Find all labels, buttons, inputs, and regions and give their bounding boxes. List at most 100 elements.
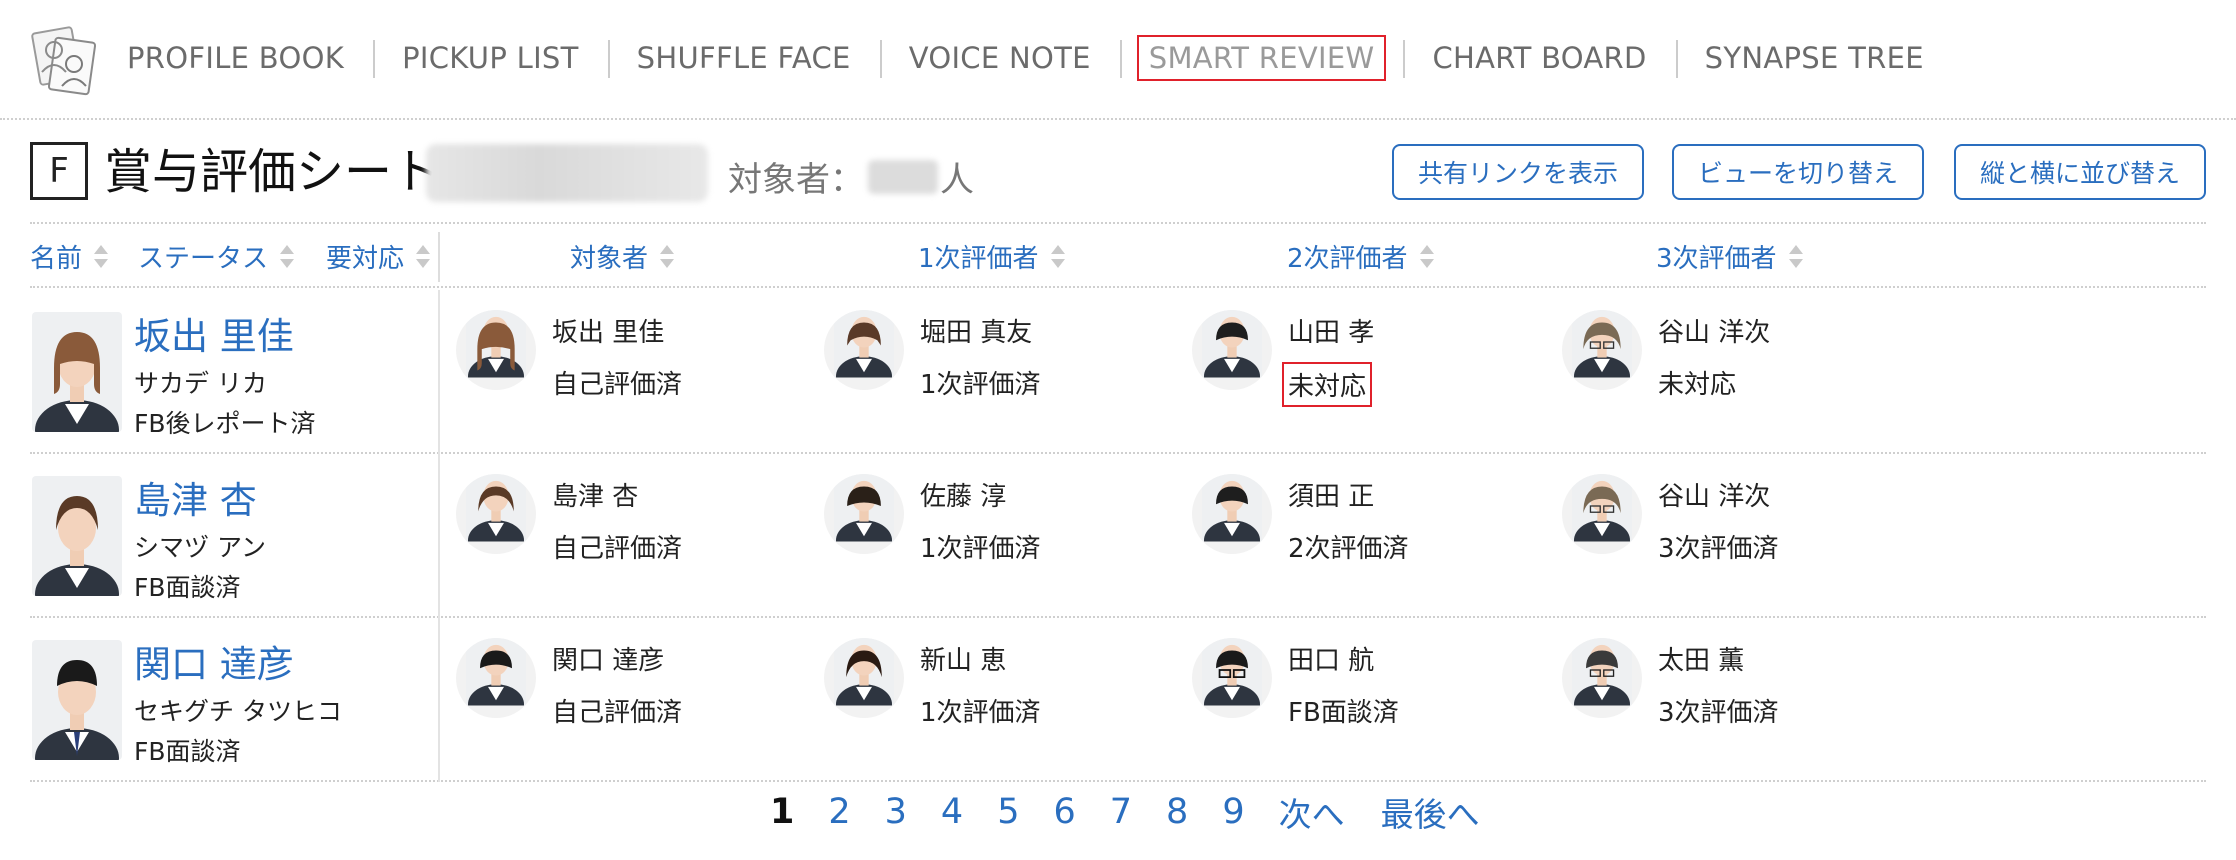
col-header-action[interactable]: 要対応 — [326, 238, 431, 275]
sheet-header: F 賞与評価シート 対象者： 人 共有リンクを表示 ビューを切り替え 縦と横に並… — [30, 140, 2206, 224]
subject-cell: 島津 杏 自己評価済 — [456, 454, 816, 618]
subject-cell: 坂出 里佳 自己評価済 — [456, 290, 816, 454]
nav-synapse-tree[interactable]: SYNAPSE TREE — [1675, 32, 1953, 84]
avatar — [824, 310, 904, 390]
reviewer-3-status: 未対応 — [1658, 370, 1737, 400]
subject-status: 自己評価済 — [552, 698, 683, 728]
employee-photo — [32, 476, 122, 596]
col-header-subject-label: 対象者 — [570, 244, 649, 274]
reviewer-3-cell: 谷山 洋次 3次評価済 — [1562, 454, 1922, 618]
sort-icon[interactable] — [94, 243, 109, 271]
reviewer-3-name: 谷山 洋次 — [1658, 482, 1771, 512]
sort-icon[interactable] — [1788, 243, 1803, 271]
nav-smart-review[interactable]: SMART REVIEW — [1119, 32, 1404, 84]
next-page-link[interactable]: 次へ — [1279, 788, 1345, 836]
table-row[interactable]: 関口 達彦 セキグチ タツヒコ FB面談済 関口 達彦 自己評価済 新山 恵 1… — [30, 618, 2206, 782]
last-page-link[interactable]: 最後へ — [1381, 788, 1480, 836]
page-title: 賞与評価シート — [104, 144, 441, 200]
nav-pickup-list[interactable]: PICKUP LIST — [373, 32, 608, 84]
sort-icon[interactable] — [660, 243, 675, 271]
reviewer-3-name: 谷山 洋次 — [1658, 318, 1771, 348]
col-header-reviewer-3-label: 3次評価者 — [1656, 244, 1777, 274]
col-header-reviewer-2-label: 2次評価者 — [1287, 244, 1408, 274]
employee-kana: セキグチ タツヒコ — [134, 697, 342, 726]
avatar — [456, 310, 536, 390]
col-header-reviewer-1[interactable]: 1次評価者 — [918, 238, 1065, 275]
target-count-unit: 人 — [940, 160, 974, 200]
sort-rows-columns-button[interactable]: 縦と横に並び替え — [1954, 144, 2206, 200]
page-6-link[interactable]: 6 — [1053, 792, 1075, 832]
reviewer-1-status: 1次評価済 — [920, 534, 1041, 564]
row-divider — [438, 290, 440, 454]
avatar — [824, 638, 904, 718]
reviewer-1-name: 新山 恵 — [920, 646, 1007, 676]
reviewer-2-status: 2次評価済 — [1288, 534, 1409, 564]
switch-view-button[interactable]: ビューを切り替え — [1672, 144, 1924, 200]
reviewer-2-status: FB面談済 — [1288, 698, 1399, 728]
sheet-badge: F — [30, 142, 88, 200]
nav-chart-board[interactable]: CHART BOARD — [1403, 32, 1675, 84]
page-1-current: 1 — [770, 792, 795, 832]
employee-status: FB面談済 — [134, 737, 241, 766]
page-3-link[interactable]: 3 — [885, 792, 907, 832]
table-row[interactable]: 坂出 里佳 サカデ リカ FB後レポート済 坂出 里佳 自己評価済 堀田 真友 … — [30, 290, 2206, 454]
reviewer-2-name: 田口 航 — [1288, 646, 1375, 676]
table-header: 名前 ステータス 要対応 対象者 1次評価者 2次評価者 3次評価者 — [30, 228, 2206, 288]
col-header-status[interactable]: ステータス — [138, 238, 295, 275]
employee-kana: サカデ リカ — [134, 369, 267, 398]
avatar — [456, 638, 536, 718]
sort-icon[interactable] — [280, 243, 295, 271]
avatar — [456, 474, 536, 554]
subject-name: 島津 杏 — [552, 482, 639, 512]
reviewer-2-cell: 田口 航 FB面談済 — [1192, 618, 1552, 782]
reviewer-1-status: 1次評価済 — [920, 370, 1041, 400]
employee-name-link[interactable]: 島津 杏 — [134, 470, 257, 524]
avatar — [1192, 310, 1272, 390]
avatar — [1192, 638, 1272, 718]
reviewer-2-cell: 須田 正 2次評価済 — [1192, 454, 1552, 618]
pagination: 1 2 3 4 5 6 7 8 9 次へ 最後へ — [770, 790, 1516, 834]
page-5-link[interactable]: 5 — [997, 792, 1019, 832]
page-7-link[interactable]: 7 — [1110, 792, 1132, 832]
employee-name-link[interactable]: 関口 達彦 — [134, 634, 294, 688]
employee-name-link[interactable]: 坂出 里佳 — [134, 306, 294, 360]
redacted-target-count — [868, 160, 938, 194]
col-header-reviewer-3[interactable]: 3次評価者 — [1656, 238, 1803, 275]
sort-icon[interactable] — [1419, 243, 1434, 271]
avatar — [824, 474, 904, 554]
col-header-name-label: 名前 — [30, 244, 83, 274]
reviewer-1-status: 1次評価済 — [920, 698, 1041, 728]
employee-status: FB面談済 — [134, 573, 241, 602]
reviewer-2-cell: 山田 孝 未対応 — [1192, 290, 1552, 454]
nav-profile-book[interactable]: PROFILE BOOK — [98, 32, 373, 84]
reviewer-3-name: 太田 薫 — [1658, 646, 1745, 676]
page-4-link[interactable]: 4 — [941, 792, 963, 832]
col-header-subject[interactable]: 対象者 — [570, 238, 675, 275]
nav-shuffle-face[interactable]: SHUFFLE FACE — [607, 32, 880, 84]
reviewer-1-name: 堀田 真友 — [920, 318, 1033, 348]
table-row[interactable]: 島津 杏 シマヅ アン FB面談済 島津 杏 自己評価済 佐藤 淳 1次評価済 … — [30, 454, 2206, 618]
page-9-link[interactable]: 9 — [1222, 792, 1244, 832]
sort-icon[interactable] — [1050, 243, 1065, 271]
col-header-reviewer-1-label: 1次評価者 — [918, 244, 1039, 274]
col-header-reviewer-2[interactable]: 2次評価者 — [1287, 238, 1434, 275]
page-2-link[interactable]: 2 — [828, 792, 850, 832]
row-divider — [438, 454, 440, 618]
reviewer-3-status: 3次評価済 — [1658, 698, 1779, 728]
avatar — [1192, 474, 1272, 554]
share-link-button[interactable]: 共有リンクを表示 — [1392, 144, 1644, 200]
col-header-name[interactable]: 名前 — [30, 238, 109, 275]
nav-voice-note[interactable]: VOICE NOTE — [879, 32, 1120, 84]
sort-icon[interactable] — [416, 243, 431, 271]
subject-cell: 関口 達彦 自己評価済 — [456, 618, 816, 782]
reviewer-1-name: 佐藤 淳 — [920, 482, 1007, 512]
employee-status: FB後レポート済 — [134, 409, 316, 438]
col-header-status-label: ステータス — [138, 244, 269, 274]
reviewer-1-cell: 佐藤 淳 1次評価済 — [824, 454, 1184, 618]
page-8-link[interactable]: 8 — [1166, 792, 1188, 832]
app-logo-icon[interactable] — [30, 20, 98, 96]
subject-status: 自己評価済 — [552, 370, 683, 400]
reviewer-3-status: 3次評価済 — [1658, 534, 1779, 564]
target-count-label: 対象者： — [728, 160, 864, 200]
reviewer-1-cell: 堀田 真友 1次評価済 — [824, 290, 1184, 454]
